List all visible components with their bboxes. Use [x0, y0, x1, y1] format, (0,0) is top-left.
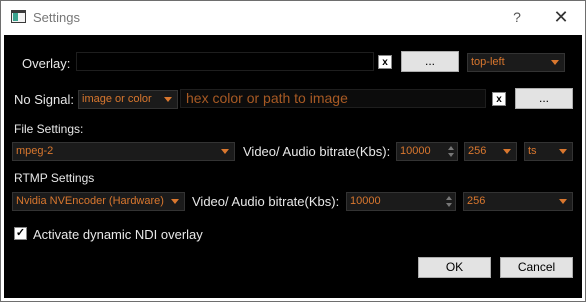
file-codec-value: mpeg-2 [16, 145, 54, 157]
rtmp-audio-bitrate-value: 256 [467, 195, 486, 207]
app-window-icon [11, 10, 26, 23]
rtmp-encoder-select[interactable]: Nvidia NVEncoder (Hardware) [12, 192, 185, 211]
window-title: Settings [33, 10, 80, 25]
overlay-label: Overlay: [22, 56, 71, 71]
chevron-down-icon [221, 149, 229, 154]
overlay-position-select[interactable]: top-left [467, 53, 565, 72]
file-container-select[interactable]: ts [524, 142, 573, 161]
rtmp-bitrate-label: Video/ Audio bitrate(Kbs): [192, 194, 340, 209]
rtmp-audio-bitrate-select[interactable]: 256 [463, 192, 573, 211]
rtmp-video-bitrate-spinbox[interactable]: 10000 [346, 192, 456, 211]
file-audio-bitrate-value: 256 [468, 145, 487, 157]
spin-up-icon[interactable] [448, 146, 454, 150]
file-audio-bitrate-select[interactable]: 256 [464, 142, 517, 161]
file-codec-select[interactable]: mpeg-2 [12, 142, 235, 161]
no-signal-label: No Signal: [14, 92, 74, 107]
overlay-position-value: top-left [471, 56, 505, 68]
no-signal-browse-button[interactable]: ... [515, 88, 573, 109]
chevron-down-icon [551, 60, 559, 65]
chevron-down-icon [503, 149, 511, 154]
chevron-down-icon [171, 199, 179, 204]
overlay-clear-button[interactable]: x [378, 55, 392, 69]
settings-window: Settings ? ✕ Overlay: x ... top-left No … [0, 0, 586, 302]
rtmp-encoder-value: Nvidia NVEncoder (Hardware) [16, 195, 164, 207]
title-bar[interactable]: Settings ? ✕ [1, 1, 585, 34]
spin-down-icon[interactable] [446, 203, 452, 207]
rtmp-video-bitrate-value: 10000 [350, 195, 381, 207]
spin-up-icon[interactable] [446, 196, 452, 200]
settings-panel: Overlay: x ... top-left No Signal: image… [4, 35, 582, 298]
file-video-bitrate-spinbox[interactable]: 10000 [396, 142, 458, 161]
ndi-overlay-label: Activate dynamic NDI overlay [33, 227, 203, 242]
no-signal-mode-select[interactable]: image or color [78, 90, 178, 109]
spin-down-icon[interactable] [448, 153, 454, 157]
file-bitrate-label: Video/ Audio bitrate(Kbs): [243, 144, 391, 159]
overlay-browse-button[interactable]: ... [401, 51, 459, 72]
no-signal-source-input[interactable]: hex color or path to image [180, 89, 486, 108]
chevron-down-icon [559, 149, 567, 154]
chevron-down-icon [559, 199, 567, 204]
file-video-bitrate-value: 10000 [400, 145, 431, 157]
cancel-button[interactable]: Cancel [500, 257, 573, 278]
close-window-button[interactable]: ✕ [549, 7, 573, 27]
no-signal-clear-button[interactable]: x [492, 92, 506, 106]
ok-button[interactable]: OK [418, 257, 491, 278]
chevron-down-icon [164, 97, 172, 102]
no-signal-mode-value: image or color [82, 93, 152, 105]
ndi-overlay-checkbox[interactable]: ✓ [14, 227, 27, 240]
no-signal-placeholder: hex color or path to image [186, 90, 348, 106]
rtmp-settings-heading: RTMP Settings [14, 171, 95, 185]
file-container-value: ts [528, 145, 537, 157]
help-button[interactable]: ? [507, 7, 527, 27]
overlay-path-input[interactable] [76, 52, 374, 71]
file-settings-heading: File Settings: [14, 122, 84, 136]
